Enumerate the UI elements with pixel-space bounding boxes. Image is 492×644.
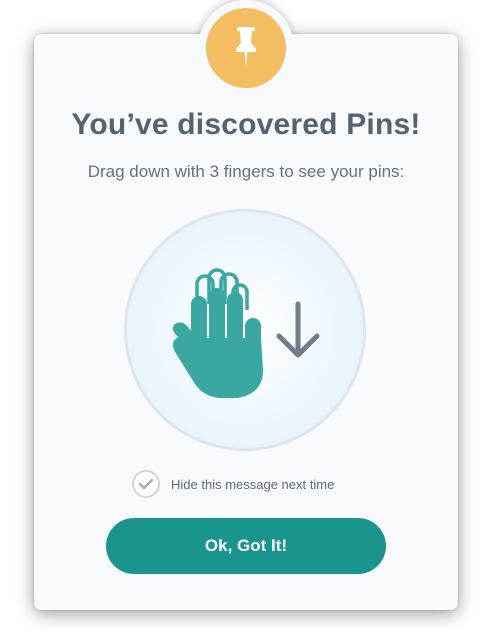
hide-message-toggle[interactable]: Hide this message next time — [132, 468, 334, 500]
dialog-subtitle: Drag down with 3 fingers to see your pin… — [87, 162, 405, 181]
gesture-graphic — [172, 268, 320, 398]
gesture-illustration — [124, 209, 366, 451]
dialog-title: You’ve discovered Pins! — [71, 108, 421, 141]
pin-badge — [206, 8, 286, 88]
ok-got-it-button[interactable]: Ok, Got It! — [106, 518, 386, 574]
hide-message-checkbox[interactable] — [132, 470, 160, 498]
three-finger-hand-icon — [172, 268, 263, 398]
arrow-down-icon — [276, 301, 320, 358]
checkmark-icon — [138, 478, 154, 490]
pushpin-icon — [236, 27, 256, 69]
hide-message-label: Hide this message next time — [171, 476, 335, 492]
